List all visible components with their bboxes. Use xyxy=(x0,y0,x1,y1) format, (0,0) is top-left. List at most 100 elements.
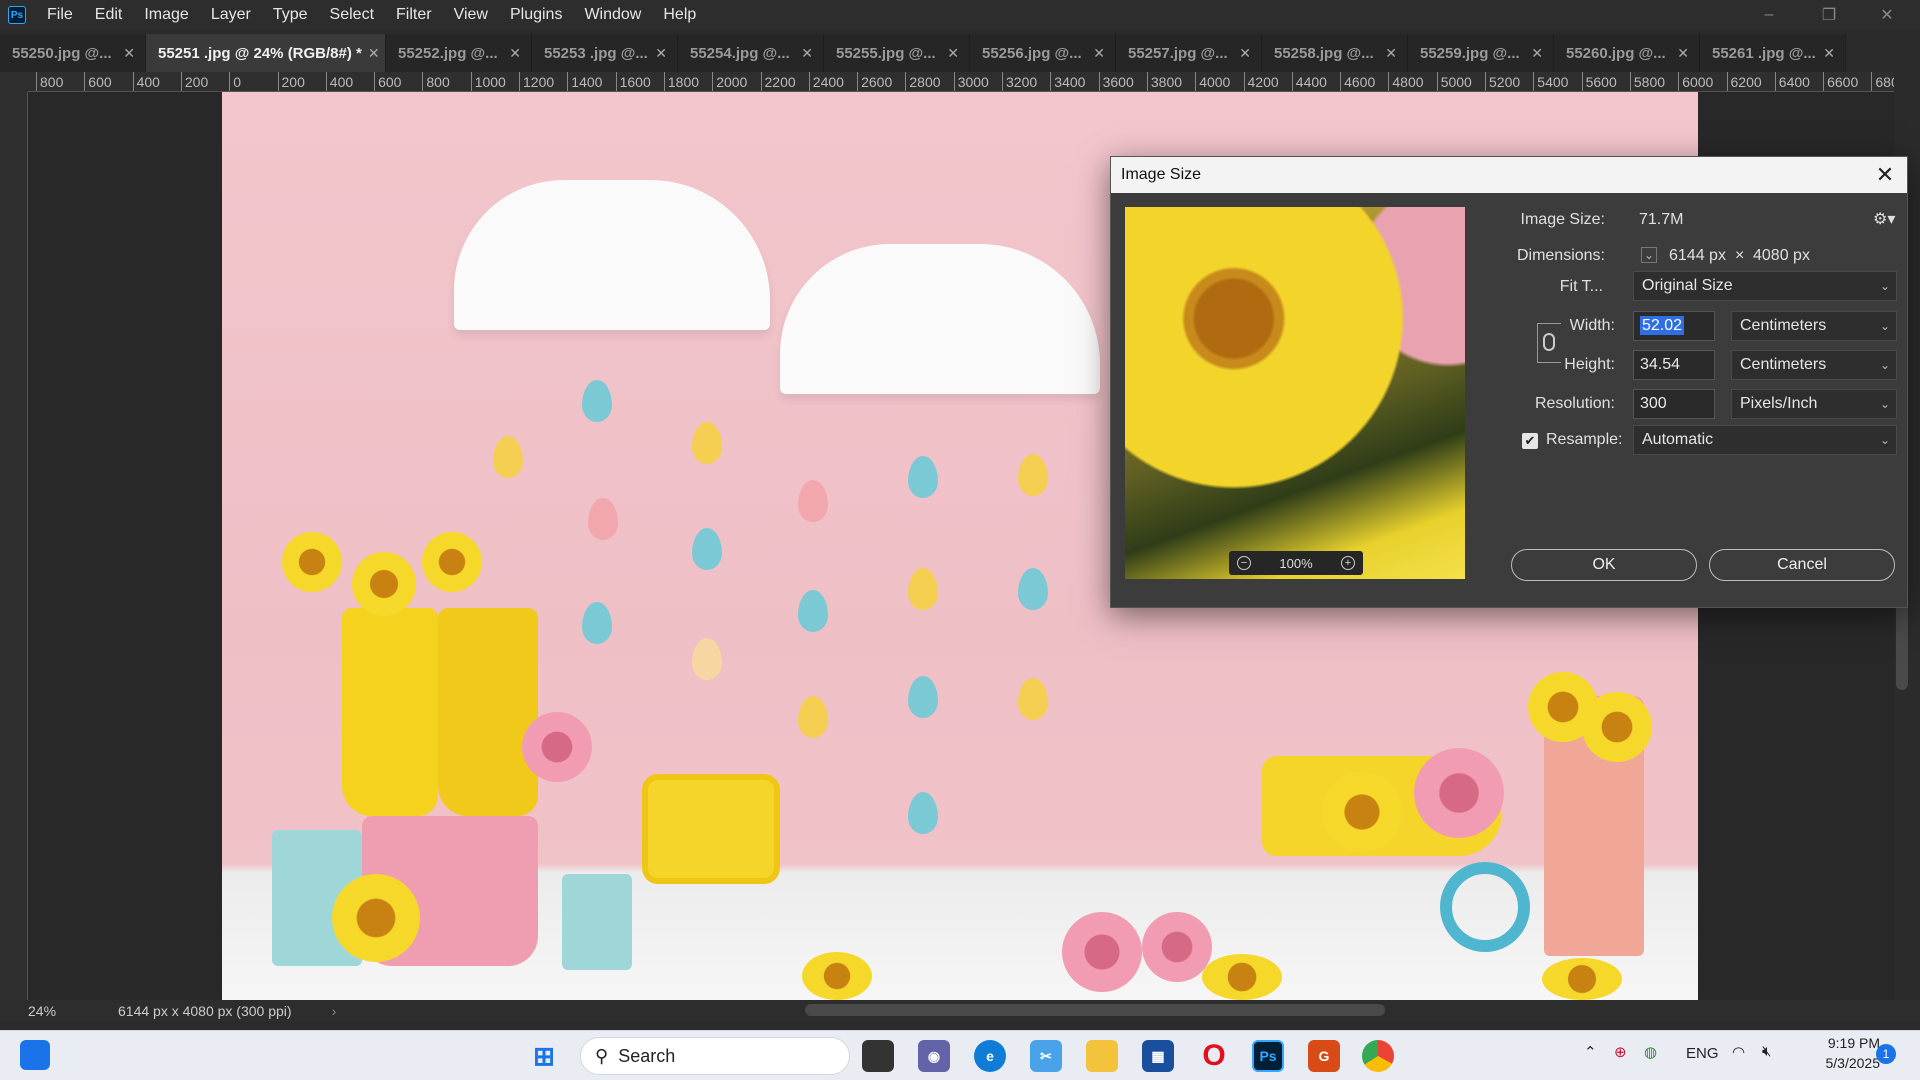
zoom-out-icon[interactable]: − xyxy=(1237,556,1251,570)
ok-button[interactable]: OK xyxy=(1511,549,1697,581)
height-unit-select[interactable]: Centimeters ⌄ xyxy=(1731,350,1897,380)
clock-time[interactable]: 9:19 PM xyxy=(1800,1035,1880,1051)
link-chain-icon[interactable] xyxy=(1543,333,1555,351)
clock-date[interactable]: 5/3/2025 xyxy=(1800,1055,1881,1071)
menu-type[interactable]: Type xyxy=(262,0,319,30)
close-icon[interactable]: ✕ xyxy=(1871,161,1899,189)
resample-select[interactable]: Automatic ⌄ xyxy=(1633,425,1897,455)
raindrop xyxy=(692,422,722,464)
menu-select[interactable]: Select xyxy=(319,0,385,30)
horizontal-ruler[interactable]: 800 600 400 200 0 200 400 600 800 1000 1200 1400 160… xyxy=(28,72,1894,92)
opera-icon[interactable]: O xyxy=(1198,1039,1230,1072)
settings-gear-icon[interactable]: ⚙▾ xyxy=(1873,209,1895,229)
tab-close-icon[interactable]: ✕ xyxy=(1385,45,1397,62)
screenshot-tool-icon[interactable]: ✂ xyxy=(1030,1040,1062,1072)
windows-taskbar: ⊞ ⚲ Search ◉ e ✂ ▦ O Ps G ⌃ ⊕ ◍ ENG ◠ 🔇︎… xyxy=(0,1030,1920,1080)
resolution-input[interactable]: 300 xyxy=(1633,389,1715,419)
width-input[interactable]: 52.02 xyxy=(1633,311,1715,341)
chrome-icon[interactable] xyxy=(1362,1040,1394,1072)
tab-label: 55256.jpg @... xyxy=(982,44,1082,62)
vertical-scroll-thumb[interactable] xyxy=(1896,600,1908,690)
tab-close-icon[interactable]: ✕ xyxy=(655,45,667,62)
close-window-icon[interactable]: ✕ xyxy=(1864,0,1910,30)
document-tab[interactable]: 55257.jpg @... ✕ xyxy=(1116,34,1262,72)
document-tab[interactable]: 55250.jpg @... ✕ xyxy=(0,34,146,72)
zoom-in-icon[interactable]: + xyxy=(1341,556,1355,570)
fit-to-select[interactable]: Original Size ⌄ xyxy=(1633,271,1897,301)
dimensions-label: Dimensions: xyxy=(1516,247,1605,264)
document-tab[interactable]: 55255.jpg @... ✕ xyxy=(824,34,970,72)
width-unit-select[interactable]: Centimeters ⌄ xyxy=(1731,311,1897,341)
menu-filter[interactable]: Filter xyxy=(385,0,443,30)
photoshop-taskbar-icon[interactable]: Ps xyxy=(1252,1040,1284,1072)
vertical-ruler[interactable] xyxy=(0,92,28,1000)
menu-help[interactable]: Help xyxy=(652,0,707,30)
status-chevron-icon[interactable]: › xyxy=(332,1003,337,1019)
windows-start-icon[interactable]: ⊞ xyxy=(528,1040,560,1072)
document-tab[interactable]: 55254.jpg @... ✕ xyxy=(678,34,824,72)
menu-window[interactable]: Window xyxy=(573,0,652,30)
zoom-level[interactable]: 24% xyxy=(28,1003,118,1019)
vpn-icon[interactable]: ⊕ xyxy=(1614,1043,1627,1061)
document-tab[interactable]: 55260.jpg @... ✕ xyxy=(1554,34,1700,72)
document-info[interactable]: 6144 px x 4080 px (300 ppi) xyxy=(118,1003,292,1019)
menu-image[interactable]: Image xyxy=(133,0,199,30)
tab-close-icon[interactable]: ✕ xyxy=(123,45,135,62)
horizontal-scroll-thumb[interactable] xyxy=(805,1004,1385,1016)
ruler-tick-label: 1400 xyxy=(567,72,602,91)
taskbar-search[interactable]: ⚲ Search xyxy=(580,1037,850,1075)
tab-close-icon[interactable]: ✕ xyxy=(1677,45,1689,62)
cloud-shelf-left xyxy=(454,180,770,330)
volume-muted-icon[interactable]: 🔇︎ xyxy=(1762,1043,1771,1060)
tab-close-icon[interactable]: ✕ xyxy=(1239,45,1251,62)
menu-layer[interactable]: Layer xyxy=(200,0,262,30)
tab-close-icon[interactable]: ✕ xyxy=(801,45,813,62)
raindrop xyxy=(1018,454,1048,496)
resample-checkbox[interactable]: ✔ xyxy=(1522,433,1538,449)
cancel-button[interactable]: Cancel xyxy=(1709,549,1895,581)
widgets-icon[interactable] xyxy=(20,1040,50,1070)
edge-icon[interactable]: e xyxy=(974,1040,1006,1072)
file-explorer-icon[interactable] xyxy=(1086,1040,1118,1072)
tab-label: 55251 .jpg @ 24% (RGB/8#) * xyxy=(158,44,362,62)
ruler-tick-label: 1600 xyxy=(615,72,651,91)
document-tab[interactable]: 55258.jpg @... ✕ xyxy=(1262,34,1408,72)
resolution-unit-select[interactable]: Pixels/Inch ⌄ xyxy=(1731,389,1897,419)
wifi-icon[interactable]: ◠ xyxy=(1732,1043,1745,1061)
image-preview[interactable]: − 100% + xyxy=(1125,207,1465,579)
document-tab[interactable]: 55256.jpg @... ✕ xyxy=(970,34,1116,72)
notification-badge[interactable]: 1 xyxy=(1876,1044,1896,1064)
tab-close-icon[interactable]: ✕ xyxy=(509,45,521,62)
minimize-icon[interactable]: – xyxy=(1746,0,1792,30)
dimensions-times: × xyxy=(1735,247,1745,264)
menu-plugins[interactable]: Plugins xyxy=(499,0,573,30)
tab-close-icon[interactable]: ✕ xyxy=(1823,45,1835,62)
document-tab[interactable]: 55251 .jpg @ 24% (RGB/8#) * ✕ xyxy=(146,34,386,72)
tray-chevron-icon[interactable]: ⌃ xyxy=(1584,1043,1597,1061)
ruler-tick-label: 400 xyxy=(325,72,353,91)
task-view-icon[interactable] xyxy=(862,1040,894,1072)
pink-daisy xyxy=(1414,748,1504,838)
document-tab[interactable]: 55261 .jpg @... ✕ xyxy=(1700,34,1846,72)
menu-edit[interactable]: Edit xyxy=(84,0,134,30)
tab-close-icon[interactable]: ✕ xyxy=(1093,45,1105,62)
yellow-sign xyxy=(642,774,780,884)
restore-icon[interactable]: ❐ xyxy=(1806,0,1852,30)
tab-close-icon[interactable]: ✕ xyxy=(947,45,959,62)
ruler-tick-label: 6200 xyxy=(1726,72,1762,91)
document-tab[interactable]: 55259.jpg @... ✕ xyxy=(1408,34,1554,72)
menu-view[interactable]: View xyxy=(443,0,499,30)
document-tab[interactable]: 55252.jpg @... ✕ xyxy=(386,34,532,72)
network-globe-icon[interactable]: ◍ xyxy=(1644,1043,1657,1061)
tab-close-icon[interactable]: ✕ xyxy=(1531,45,1543,62)
dimensions-dropdown-icon[interactable]: ⌄ xyxy=(1641,247,1657,263)
chat-icon[interactable]: ◉ xyxy=(918,1040,950,1072)
height-input[interactable]: 34.54 xyxy=(1633,350,1715,380)
language-indicator[interactable]: ENG xyxy=(1686,1045,1719,1062)
grammarly-icon[interactable]: G xyxy=(1308,1040,1340,1072)
ruler-tick-label: 200 xyxy=(180,72,208,91)
store-icon[interactable]: ▦ xyxy=(1142,1040,1174,1072)
document-tab[interactable]: 55253 .jpg @... ✕ xyxy=(532,34,678,72)
menu-file[interactable]: File xyxy=(36,0,84,30)
tab-close-icon[interactable]: ✕ xyxy=(368,45,380,62)
